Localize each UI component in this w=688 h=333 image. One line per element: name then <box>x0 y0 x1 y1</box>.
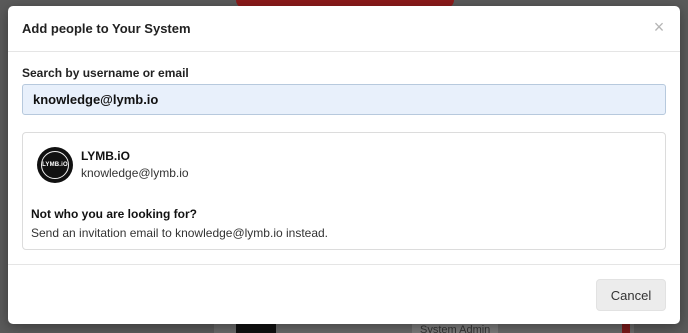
search-result-user[interactable]: LYMB.iO LYMB.iO knowledge@lymb.io <box>37 147 189 183</box>
avatar-logo: LYMB.iO <box>41 151 69 179</box>
user-email: knowledge@lymb.io <box>81 166 189 180</box>
modal-header: Add people to Your System × <box>8 6 680 52</box>
user-name: LYMB.iO <box>81 149 130 163</box>
search-result-card: LYMB.iO LYMB.iO knowledge@lymb.io Not wh… <box>22 132 666 250</box>
search-input[interactable] <box>22 84 666 115</box>
not-found-title: Not who you are looking for? <box>31 207 197 221</box>
search-label: Search by username or email <box>22 66 189 80</box>
add-people-modal: Add people to Your System × Search by us… <box>8 6 680 324</box>
close-icon[interactable]: × <box>650 18 668 36</box>
invite-email-link[interactable]: Send an invitation email to knowledge@ly… <box>31 226 328 240</box>
cancel-button[interactable]: Cancel <box>596 279 666 311</box>
avatar: LYMB.iO <box>37 147 73 183</box>
modal-footer: Cancel <box>8 264 680 324</box>
modal-title: Add people to Your System <box>22 21 191 36</box>
user-info: LYMB.iO knowledge@lymb.io <box>81 148 189 182</box>
